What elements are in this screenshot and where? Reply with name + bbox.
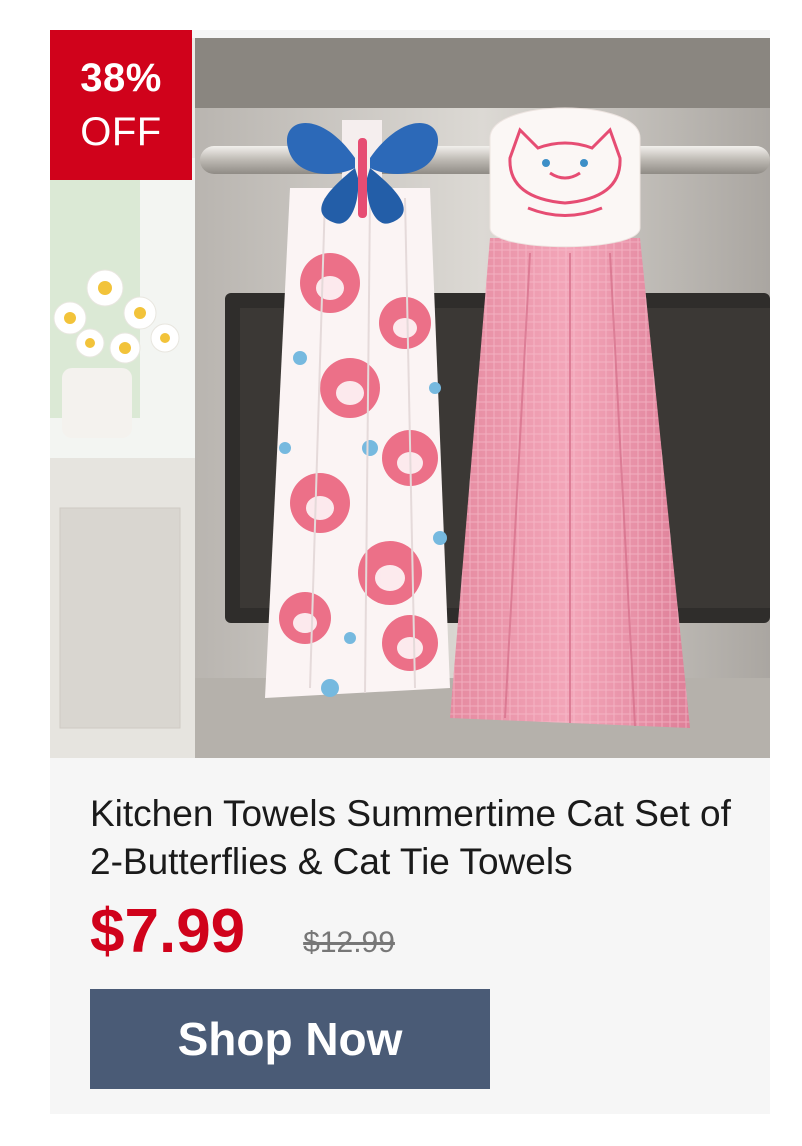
discount-off-label: OFF bbox=[80, 110, 162, 154]
sale-price: $7.99 bbox=[90, 897, 246, 966]
product-info: Kitchen Towels Summertime Cat Set of 2-B… bbox=[90, 790, 760, 976]
discount-percent: 38% bbox=[80, 56, 162, 100]
original-price: $12.99 bbox=[303, 926, 395, 959]
shop-now-button[interactable]: Shop Now bbox=[90, 989, 490, 1089]
product-card[interactable]: 38% OFF Kitchen Towels Summertime Cat Se… bbox=[50, 30, 770, 1114]
product-title[interactable]: Kitchen Towels Summertime Cat Set of 2-B… bbox=[90, 790, 760, 886]
discount-badge: 38% OFF bbox=[50, 30, 192, 180]
price-row: $7.99 $12.99 bbox=[90, 896, 760, 976]
